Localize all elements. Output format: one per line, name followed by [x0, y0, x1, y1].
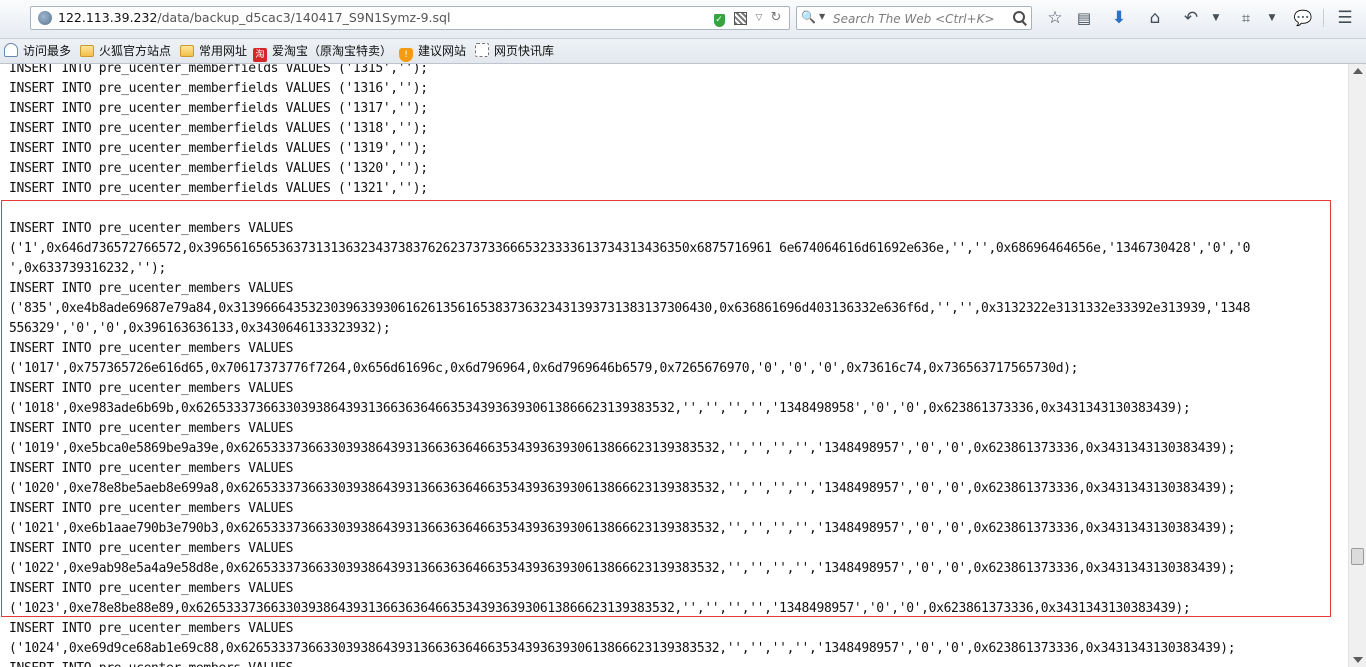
- reading-list-icon[interactable]: ▤: [1073, 7, 1095, 29]
- folder-icon: [180, 45, 194, 57]
- sql-line: INSERT INTO pre_ucenter_members VALUES: [9, 221, 294, 236]
- sql-line: INSERT INTO pre_ucenter_members VALUES: [9, 381, 294, 396]
- bookmark-label: 访问最多: [23, 44, 72, 58]
- sql-line: INSERT INTO pre_ucenter_members VALUES: [9, 501, 294, 516]
- bookmark-aitaobao[interactable]: 淘爱淘宝（原淘宝特卖）: [253, 42, 393, 62]
- search-engine-icon[interactable]: 🔍: [801, 10, 816, 24]
- crop-icon[interactable]: ⌗: [1235, 7, 1257, 29]
- sql-line: INSERT INTO pre_ucenter_memberfields VAL…: [9, 121, 428, 136]
- bookmark-label: 常用网址: [199, 44, 248, 58]
- sql-line: INSERT INTO pre_ucenter_memberfields VAL…: [9, 101, 428, 116]
- folder-icon: [80, 45, 94, 57]
- sql-line: ('1024',0xe69d9ce68ab1e69c88,0x626533373…: [9, 641, 1236, 656]
- chevron-down-icon[interactable]: ▼: [1211, 7, 1221, 29]
- shield-icon[interactable]: ✓: [711, 11, 727, 27]
- clip-icon: [4, 43, 18, 57]
- scroll-up-arrow-icon[interactable]: [1353, 68, 1363, 74]
- sql-text: INSERT INTO pre_ucenter_memberfields VAL…: [9, 64, 1250, 667]
- chevron-down-icon[interactable]: ▼: [1267, 7, 1277, 29]
- bookmark-label: 建议网站: [418, 44, 467, 58]
- chevron-down-icon[interactable]: ▼: [819, 12, 825, 21]
- sql-line: INSERT INTO pre_ucenter_members VALUES: [9, 341, 294, 356]
- sql-line: ('1020',0xe78e8be5aeb8e699a8,0x626533373…: [9, 481, 1236, 496]
- page-content: INSERT INTO pre_ucenter_memberfields VAL…: [0, 64, 1348, 667]
- sql-line: ('1',0x646d736572766572,0x39656165653637…: [9, 241, 1251, 256]
- bookmark-label: 网页快讯库: [494, 44, 555, 58]
- sql-line: ',0x633739316232,'');: [9, 261, 167, 276]
- url-path: /data/backup_d5cac3/140417_S9N1Symz-9.sq…: [157, 10, 451, 25]
- suggest-icon: !: [399, 48, 413, 62]
- scroll-down-arrow-icon[interactable]: [1353, 657, 1363, 663]
- home-icon[interactable]: ⌂: [1144, 7, 1166, 29]
- sql-line: INSERT INTO pre_ucenter_members VALUES: [9, 581, 294, 596]
- taobao-icon: 淘: [253, 48, 267, 62]
- sql-line: ('1017',0x757365726e616d65,0x70617373776…: [9, 361, 1079, 376]
- hamburger-menu-icon[interactable]: ☰: [1334, 7, 1356, 29]
- bookmark-most-visited[interactable]: 访问最多: [4, 42, 71, 60]
- sql-line: [9, 199, 1250, 219]
- refresh-icon[interactable]: ↻: [769, 11, 783, 25]
- sql-line: ('1022',0xe9ab98e5a4a9e58d8e,0x626533373…: [9, 561, 1236, 576]
- sql-line: INSERT INTO pre_ucenter_members VALUES: [9, 281, 294, 296]
- sql-line: ('1023',0xe78e8be88e89,0x626533373663303…: [9, 601, 1191, 616]
- search-icon[interactable]: [1011, 9, 1027, 27]
- star-icon[interactable]: ☆: [1044, 7, 1066, 29]
- sql-line: INSERT INTO pre_ucenter_members VALUES: [9, 659, 1250, 667]
- bookmark-label: 火狐官方站点: [99, 44, 172, 58]
- bookmarks-toolbar: 访问最多 火狐官方站点 常用网址 淘爱淘宝（原淘宝特卖） ! 建议网站 网页快讯库: [0, 39, 1366, 64]
- scrollbar-thumb[interactable]: [1351, 548, 1364, 565]
- sql-line: INSERT INTO pre_ucenter_memberfields VAL…: [9, 81, 428, 96]
- chat-bubble-icon[interactable]: 💬: [1292, 7, 1314, 29]
- sql-line: INSERT INTO pre_ucenter_memberfields VAL…: [9, 161, 428, 176]
- sql-line: INSERT INTO pre_ucenter_memberfields VAL…: [9, 64, 428, 76]
- globe-icon[interactable]: [38, 11, 52, 25]
- address-bar[interactable]: 122.113.39.232/data/backup_d5cac3/140417…: [30, 6, 790, 30]
- search-input[interactable]: [831, 9, 1011, 29]
- web-slice-icon: [475, 43, 489, 57]
- sql-line: INSERT INTO pre_ucenter_members VALUES: [9, 621, 294, 636]
- sql-line: ('835',0xe4b8ade69687e79a84,0x3139666435…: [9, 301, 1251, 316]
- bookmark-web-slice-gallery[interactable]: 网页快讯库: [475, 42, 554, 60]
- sql-line: ('1019',0xe5bca0e5869be9a39e,0x626533373…: [9, 441, 1236, 456]
- url-text[interactable]: 122.113.39.232/data/backup_d5cac3/140417…: [58, 10, 450, 26]
- navigation-toolbar: 122.113.39.232/data/backup_d5cac3/140417…: [0, 0, 1366, 39]
- sql-line: INSERT INTO pre_ucenter_members VALUES: [9, 461, 294, 476]
- bookmark-firefox-official[interactable]: 火狐官方站点: [80, 42, 171, 60]
- bookmark-label: 爱淘宝（原淘宝特卖）: [272, 44, 393, 58]
- sql-line: 556329','0','0',0x396163636133,0x3430646…: [9, 321, 391, 336]
- undo-arrow-icon[interactable]: ↶: [1180, 7, 1202, 29]
- bookmark-common-sites[interactable]: 常用网址: [180, 42, 247, 60]
- sql-line: ('1018',0xe983ade6b69b,0x626533373663303…: [9, 401, 1191, 416]
- chevron-down-icon[interactable]: ▽: [753, 11, 765, 25]
- qr-code-icon[interactable]: [733, 11, 747, 25]
- toolbar-separator: [1323, 9, 1324, 27]
- sql-line: ('1021',0xe6b1aae790b3e790b3,0x626533373…: [9, 521, 1236, 536]
- download-arrow-icon[interactable]: ⬇: [1108, 7, 1130, 29]
- sql-line: INSERT INTO pre_ucenter_members VALUES: [9, 541, 294, 556]
- sql-line: INSERT INTO pre_ucenter_memberfields VAL…: [9, 141, 428, 156]
- vertical-scrollbar[interactable]: [1348, 64, 1366, 667]
- sql-line: INSERT INTO pre_ucenter_members VALUES: [9, 421, 294, 436]
- bookmark-suggested-sites[interactable]: ! 建议网站: [399, 42, 467, 62]
- url-host: 122.113.39.232: [58, 10, 158, 25]
- search-box[interactable]: 🔍 ▼: [796, 6, 1032, 30]
- sql-line: INSERT INTO pre_ucenter_memberfields VAL…: [9, 181, 428, 196]
